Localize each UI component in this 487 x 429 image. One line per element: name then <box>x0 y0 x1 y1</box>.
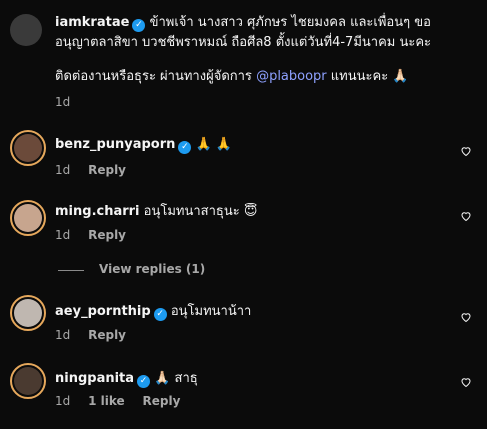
caption-time: 1d <box>55 95 71 109</box>
pray-emoji: 🙏🏻 <box>392 69 409 84</box>
comment-username[interactable]: ming.charri <box>55 204 140 219</box>
verified-icon: ✓ <box>153 308 167 321</box>
view-replies[interactable]: View replies (1) <box>0 262 487 280</box>
commenter-avatar[interactable] <box>10 295 46 331</box>
comment-username[interactable]: ningpanita <box>55 371 134 386</box>
comment-item: benz_punyaporn ✓ 🙏 🙏 1d Reply <box>0 125 487 185</box>
caption-text-line2: อนุญาตลาสิขา บวชชีพราหมณ์ ถือศีล8 ตั้งแต… <box>55 35 432 50</box>
commenter-avatar[interactable] <box>10 363 46 399</box>
comment-text: อนุโมทนาน้าา <box>170 304 252 319</box>
caption-avatar[interactable] <box>10 14 42 46</box>
caption-text-line3-suffix: แทนนะคะ <box>330 69 389 84</box>
reply-button[interactable]: Reply <box>88 328 126 342</box>
mention-link[interactable]: @plaboopr <box>256 69 327 84</box>
heart-icon[interactable] <box>460 145 472 157</box>
verified-icon: ✓ <box>137 375 151 388</box>
heart-icon[interactable] <box>460 311 472 323</box>
caption-username[interactable]: iamkratae <box>55 15 129 30</box>
comment-time: 1d <box>55 328 71 342</box>
comment-time: 1d <box>55 394 71 408</box>
commenter-avatar[interactable] <box>10 130 46 166</box>
caption-text-line3: ติดต่องานหรือธุระ ผ่านทางผู้จัดการ <box>55 69 252 84</box>
view-replies-divider <box>58 270 84 271</box>
reply-button[interactable]: Reply <box>142 394 180 408</box>
verified-icon: ✓ <box>178 141 192 154</box>
view-replies-label[interactable]: View replies (1) <box>99 262 205 276</box>
comment-item: aey_pornthip ✓ อนุโมทนาน้าา 1d Reply <box>0 290 487 350</box>
comment-text: 🙏 🙏 <box>195 137 233 152</box>
comment-item: ming.charri อนุโมทนาสาธุนะ 😇 1d Reply <box>0 195 487 255</box>
heart-icon[interactable] <box>460 376 472 388</box>
comment-username[interactable]: aey_pornthip <box>55 304 151 319</box>
reply-button[interactable]: Reply <box>88 163 126 177</box>
comment-item: ningpanita ✓ 🙏🏻 สาธุ 1d 1 like Reply <box>0 358 487 418</box>
caption-text-line1: ข้าพเจ้า นางสาว ศุภักษร ไชยมงคล และเพื่อ… <box>149 15 431 30</box>
reply-button[interactable]: Reply <box>88 228 126 242</box>
caption: iamkratae ✓ ข้าพเจ้า นางสาว ศุภักษร ไชยมง… <box>0 0 487 112</box>
commenter-avatar[interactable] <box>10 200 46 236</box>
verified-icon: ✓ <box>132 19 146 32</box>
comment-time: 1d <box>55 228 71 242</box>
like-count[interactable]: 1 like <box>88 394 125 408</box>
comment-time: 1d <box>55 163 71 177</box>
heart-icon[interactable] <box>460 210 472 222</box>
comment-username[interactable]: benz_punyaporn <box>55 137 175 152</box>
comment-text: อนุโมทนาสาธุนะ 😇 <box>143 204 258 219</box>
comment-text: 🙏🏻 สาธุ <box>154 371 198 386</box>
